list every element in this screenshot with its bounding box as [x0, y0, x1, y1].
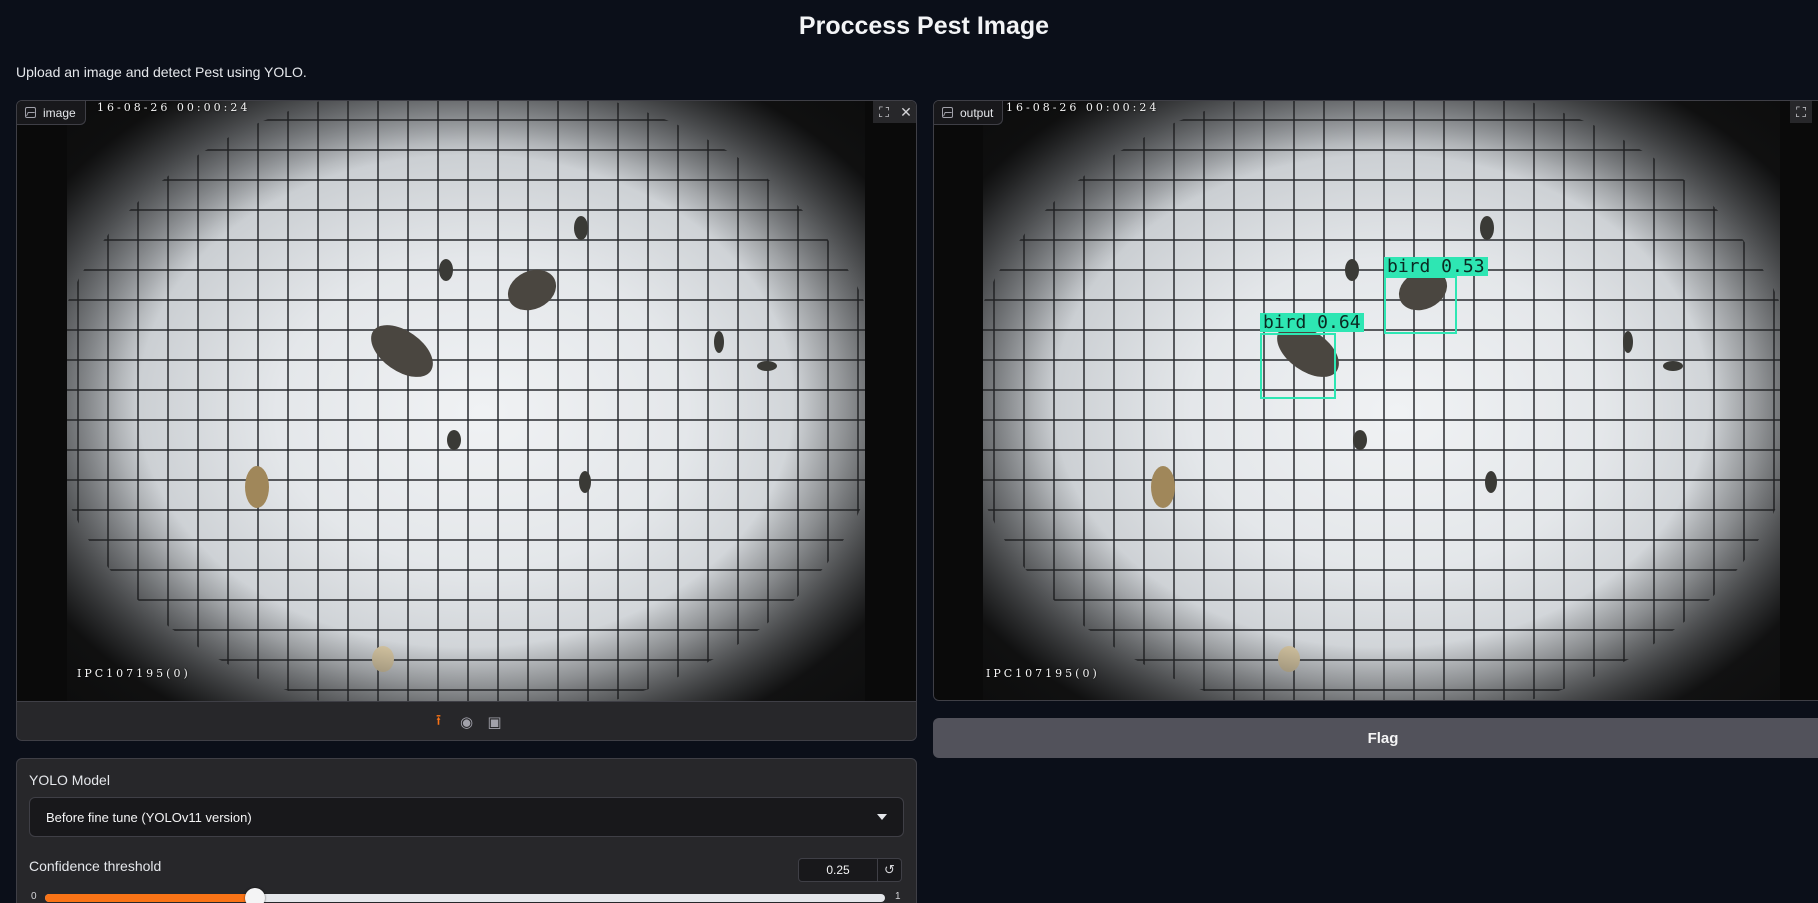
output-label-chip: output: [934, 101, 1004, 125]
model-label: YOLO Model: [29, 772, 110, 788]
output-image: [983, 101, 1780, 700]
chevron-down-icon: [877, 814, 887, 820]
page-subtitle: Upload an image and detect Pest using YO…: [16, 64, 307, 80]
detection-label: bird 0.53: [1384, 257, 1488, 276]
page-title: Proccess Pest Image: [798, 12, 1050, 40]
upload-source-row: ⭱ ◉ ▣: [17, 701, 916, 740]
detection-box: [1260, 333, 1336, 399]
slider-thumb[interactable]: [245, 888, 265, 903]
confidence-label: Confidence threshold: [29, 858, 162, 874]
upload-icon[interactable]: ⭱: [430, 712, 448, 731]
fullscreen-icon[interactable]: ⛶: [1790, 101, 1812, 123]
slider-max-label: 1: [895, 891, 901, 902]
output-image-panel: bird 0.64 bird 0.53 16-08-26 00:00:24 IP…: [933, 100, 1818, 701]
model-selected-value: Before fine tune (YOLOv11 version): [46, 809, 252, 825]
timestamp-overlay: 16-08-26 00:00:24: [97, 101, 251, 114]
image-vignette: [67, 101, 865, 701]
settings-panel: YOLO Model Before fine tune (YOLOv11 ver…: [16, 758, 917, 903]
fullscreen-icon[interactable]: ⛶: [873, 101, 895, 123]
image-vignette: [983, 101, 1780, 700]
confidence-input[interactable]: [798, 858, 878, 882]
clipboard-icon[interactable]: ▣: [486, 713, 504, 731]
image-label: image: [43, 105, 76, 120]
confidence-slider[interactable]: [45, 888, 885, 903]
input-image-panel[interactable]: 16-08-26 00:00:24 IPC107195(0) image ⛶ ✕…: [16, 100, 917, 741]
timestamp-overlay: 16-08-26 00:00:24: [1006, 101, 1160, 114]
slider-min-label: 0: [31, 891, 37, 902]
image-label-chip: image: [17, 101, 86, 125]
camera-id-overlay: IPC107195(0): [986, 667, 1100, 680]
model-dropdown[interactable]: Before fine tune (YOLOv11 version): [29, 797, 904, 837]
flag-button[interactable]: Flag: [933, 718, 1818, 758]
reset-icon[interactable]: ↺: [878, 858, 902, 882]
close-icon[interactable]: ✕: [895, 101, 916, 123]
camera-id-overlay: IPC107195(0): [77, 667, 191, 680]
image-icon: [25, 107, 36, 118]
detection-label: bird 0.64: [1260, 313, 1364, 332]
output-label: output: [960, 105, 994, 120]
output-image-area: bird 0.64 bird 0.53 16-08-26 00:00:24 IP…: [934, 101, 1818, 700]
webcam-icon[interactable]: ◉: [458, 713, 476, 731]
input-image-area[interactable]: 16-08-26 00:00:24 IPC107195(0): [17, 101, 916, 701]
input-image: [67, 101, 865, 701]
detection-box: [1384, 276, 1457, 334]
slider-fill: [45, 894, 255, 902]
image-icon: [942, 107, 953, 118]
